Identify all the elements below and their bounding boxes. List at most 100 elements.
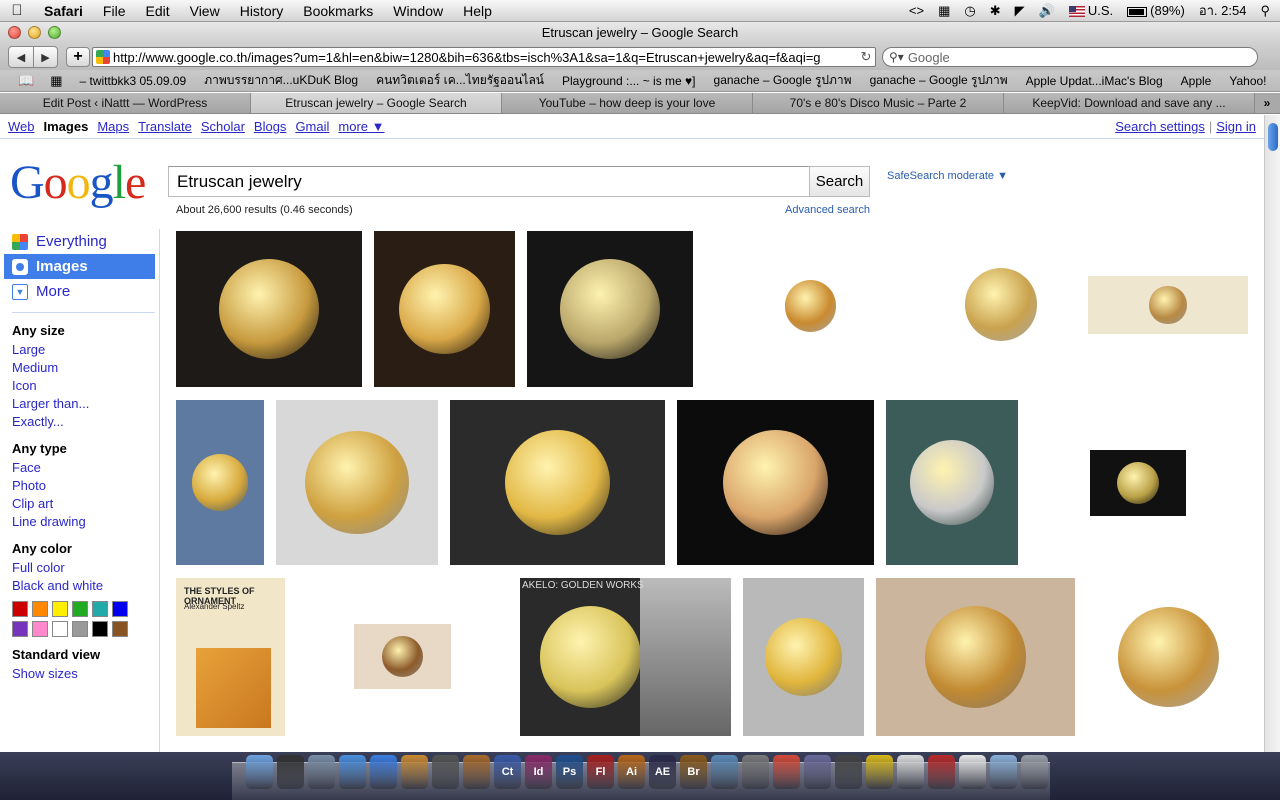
tab-overflow-icon[interactable]: » <box>1255 93 1279 113</box>
flash-icon[interactable]: Fl <box>587 755 614 789</box>
color-swatch[interactable] <box>72 601 88 617</box>
aperture-icon[interactable] <box>432 755 459 789</box>
filter-option[interactable]: Larger than... <box>12 395 159 413</box>
illustrator-icon[interactable]: Ai <box>618 755 645 789</box>
finder-icon[interactable] <box>246 755 273 789</box>
image-result-etruscan-gold-collar[interactable] <box>374 231 515 387</box>
browser-search-field[interactable]: ⚲▾ Google <box>882 47 1258 67</box>
image-result-etruscan-filigree-necklace[interactable] <box>527 231 693 387</box>
tab-wordpress[interactable]: Edit Post ‹ iNattt — WordPress <box>0 93 251 113</box>
textedit-icon[interactable] <box>959 755 986 789</box>
close-window-button[interactable] <box>8 26 21 39</box>
menu-edit[interactable]: Edit <box>135 3 179 19</box>
mode-more[interactable]: ▼ More <box>4 279 155 304</box>
menu-view[interactable]: View <box>180 3 230 19</box>
camera-icon[interactable] <box>835 755 862 789</box>
filter-option[interactable]: Exactly... <box>12 413 159 431</box>
address-bar[interactable]: http://www.google.co.th/images?um=1&hl=e… <box>92 47 876 67</box>
bookmark-item[interactable]: ภาพบรรยากาศ...uKDuK Blog <box>195 71 367 90</box>
reload-icon[interactable]: ↻ <box>857 49 875 65</box>
battery-status[interactable]: (89%) <box>1127 3 1185 18</box>
image-result-etruscan-gold-fragment-small[interactable] <box>354 624 451 689</box>
image-result-etruscan-map-collage[interactable] <box>1088 276 1248 334</box>
image-result-etruscan-gold-earrings[interactable] <box>1090 450 1186 516</box>
add-bookmark-button[interactable]: + <box>66 47 90 67</box>
spaces-icon[interactable]: ▦ <box>938 3 950 19</box>
filter-option[interactable]: Black and white <box>12 577 159 595</box>
menu-file[interactable]: File <box>93 3 136 19</box>
filter-option[interactable]: Photo <box>12 477 159 495</box>
filter-option[interactable]: Show sizes <box>12 665 159 683</box>
bookmark-item[interactable]: – twittbkk3 05.09.09 <box>70 74 195 88</box>
google-logo[interactable]: Google <box>10 157 146 209</box>
color-swatch[interactable] <box>32 621 48 637</box>
status-arrows[interactable]: <> <box>909 3 924 18</box>
filter-option[interactable]: Line drawing <box>12 513 159 531</box>
photo-booth-icon[interactable] <box>928 755 955 789</box>
tab-google-search[interactable]: Etruscan jewelry – Google Search <box>251 93 502 113</box>
bookmark-item[interactable]: คนทวิตเตอร์ เค...ไทยรัฐออนไลน์ <box>367 71 553 90</box>
advanced-search-link[interactable]: Advanced search <box>785 204 870 216</box>
color-swatch[interactable] <box>112 621 128 637</box>
system-prefs-icon[interactable] <box>742 755 769 789</box>
url-text[interactable]: http://www.google.co.th/images?um=1&hl=e… <box>113 50 857 65</box>
zoom-window-button[interactable] <box>48 26 61 39</box>
color-swatch[interactable] <box>112 601 128 617</box>
image-result-etruscan-gold-disc-brooch[interactable] <box>944 244 1058 365</box>
search-input[interactable]: Etruscan jewelry <box>168 166 810 197</box>
safari-icon[interactable] <box>339 755 366 789</box>
image-result-akelo-golden-works-book[interactable]: AKELO: GOLDEN WORKS <box>520 578 731 736</box>
bookmark-item[interactable]: Apple <box>1172 74 1221 88</box>
image-result-etruscan-gold-ring-fragment[interactable] <box>276 400 438 565</box>
color-swatch[interactable] <box>32 601 48 617</box>
clock[interactable]: อา. 2:54 <box>1199 0 1247 21</box>
menu-help[interactable]: Help <box>453 3 502 19</box>
filter-option[interactable]: Icon <box>12 377 159 395</box>
image-result-etruscan-jewelry-white-bg[interactable] <box>704 266 917 346</box>
mail-icon[interactable] <box>308 755 335 789</box>
bookmark-item[interactable]: Apple Updat...iMac's Blog <box>1017 74 1172 88</box>
gbar-translate[interactable]: Translate <box>138 119 192 134</box>
filter-option[interactable]: Medium <box>12 359 159 377</box>
gbar-maps[interactable]: Maps <box>97 119 129 134</box>
gbar-web[interactable]: Web <box>8 119 35 134</box>
contribute-icon[interactable]: Ct <box>494 755 521 789</box>
image-result-etruscan-gold-disc-necklace[interactable] <box>450 400 665 565</box>
gbar-gmail[interactable]: Gmail <box>295 119 329 134</box>
indesign-icon[interactable]: Id <box>525 755 552 789</box>
wifi-icon[interactable]: ◤ <box>1015 3 1025 19</box>
search-settings-link[interactable]: Search settings <box>1115 119 1205 134</box>
color-swatch[interactable] <box>92 621 108 637</box>
volume-icon[interactable]: 🔊 <box>1039 3 1055 19</box>
color-swatch[interactable] <box>52 621 68 637</box>
image-result-styles-of-ornament-book[interactable]: THE STYLES OF ORNAMENT Alexander Speltz <box>176 578 285 736</box>
minimize-window-button[interactable] <box>28 26 41 39</box>
photoshop-icon[interactable]: Ps <box>556 755 583 789</box>
mode-images[interactable]: Images <box>4 254 155 279</box>
filter-option[interactable]: Full color <box>12 559 159 577</box>
sign-in-link[interactable]: Sign in <box>1216 119 1256 134</box>
image-result-etruscan-snake-bracelet[interactable] <box>1090 578 1247 736</box>
tab-youtube[interactable]: YouTube – how deep is your love <box>502 93 753 113</box>
after-effects-icon[interactable]: AE <box>649 755 676 789</box>
bridge-icon[interactable]: Br <box>680 755 707 789</box>
color-swatch[interactable] <box>12 601 28 617</box>
filter-option[interactable]: Face <box>12 459 159 477</box>
top-sites-grid-icon[interactable]: ▦ <box>42 73 70 89</box>
apple-menu-icon[interactable]:  <box>0 2 34 19</box>
applications-folder-icon[interactable] <box>990 755 1017 789</box>
dashboard-icon[interactable] <box>277 755 304 789</box>
search-button[interactable]: Search <box>809 166 870 197</box>
iphoto-icon[interactable] <box>401 755 428 789</box>
image-result-etruscan-gold-round-brooch[interactable] <box>743 578 864 736</box>
mode-everything[interactable]: Everything <box>4 229 155 254</box>
image-result-etruscan-jewelry-set-black-bg[interactable] <box>176 231 362 387</box>
bluetooth-icon[interactable]: ✱ <box>990 3 1001 19</box>
gbar-blogs[interactable]: Blogs <box>254 119 287 134</box>
color-swatch[interactable] <box>12 621 28 637</box>
bookmark-item[interactable]: ganache – Google รูปภาพ <box>861 71 1017 90</box>
tab-keepvid[interactable]: KeepVid: Download and save any ... <box>1004 93 1255 113</box>
color-swatch[interactable] <box>92 601 108 617</box>
image-result-etruscan-gold-studs-black[interactable] <box>677 400 874 565</box>
input-source[interactable]: U.S. <box>1068 3 1113 18</box>
